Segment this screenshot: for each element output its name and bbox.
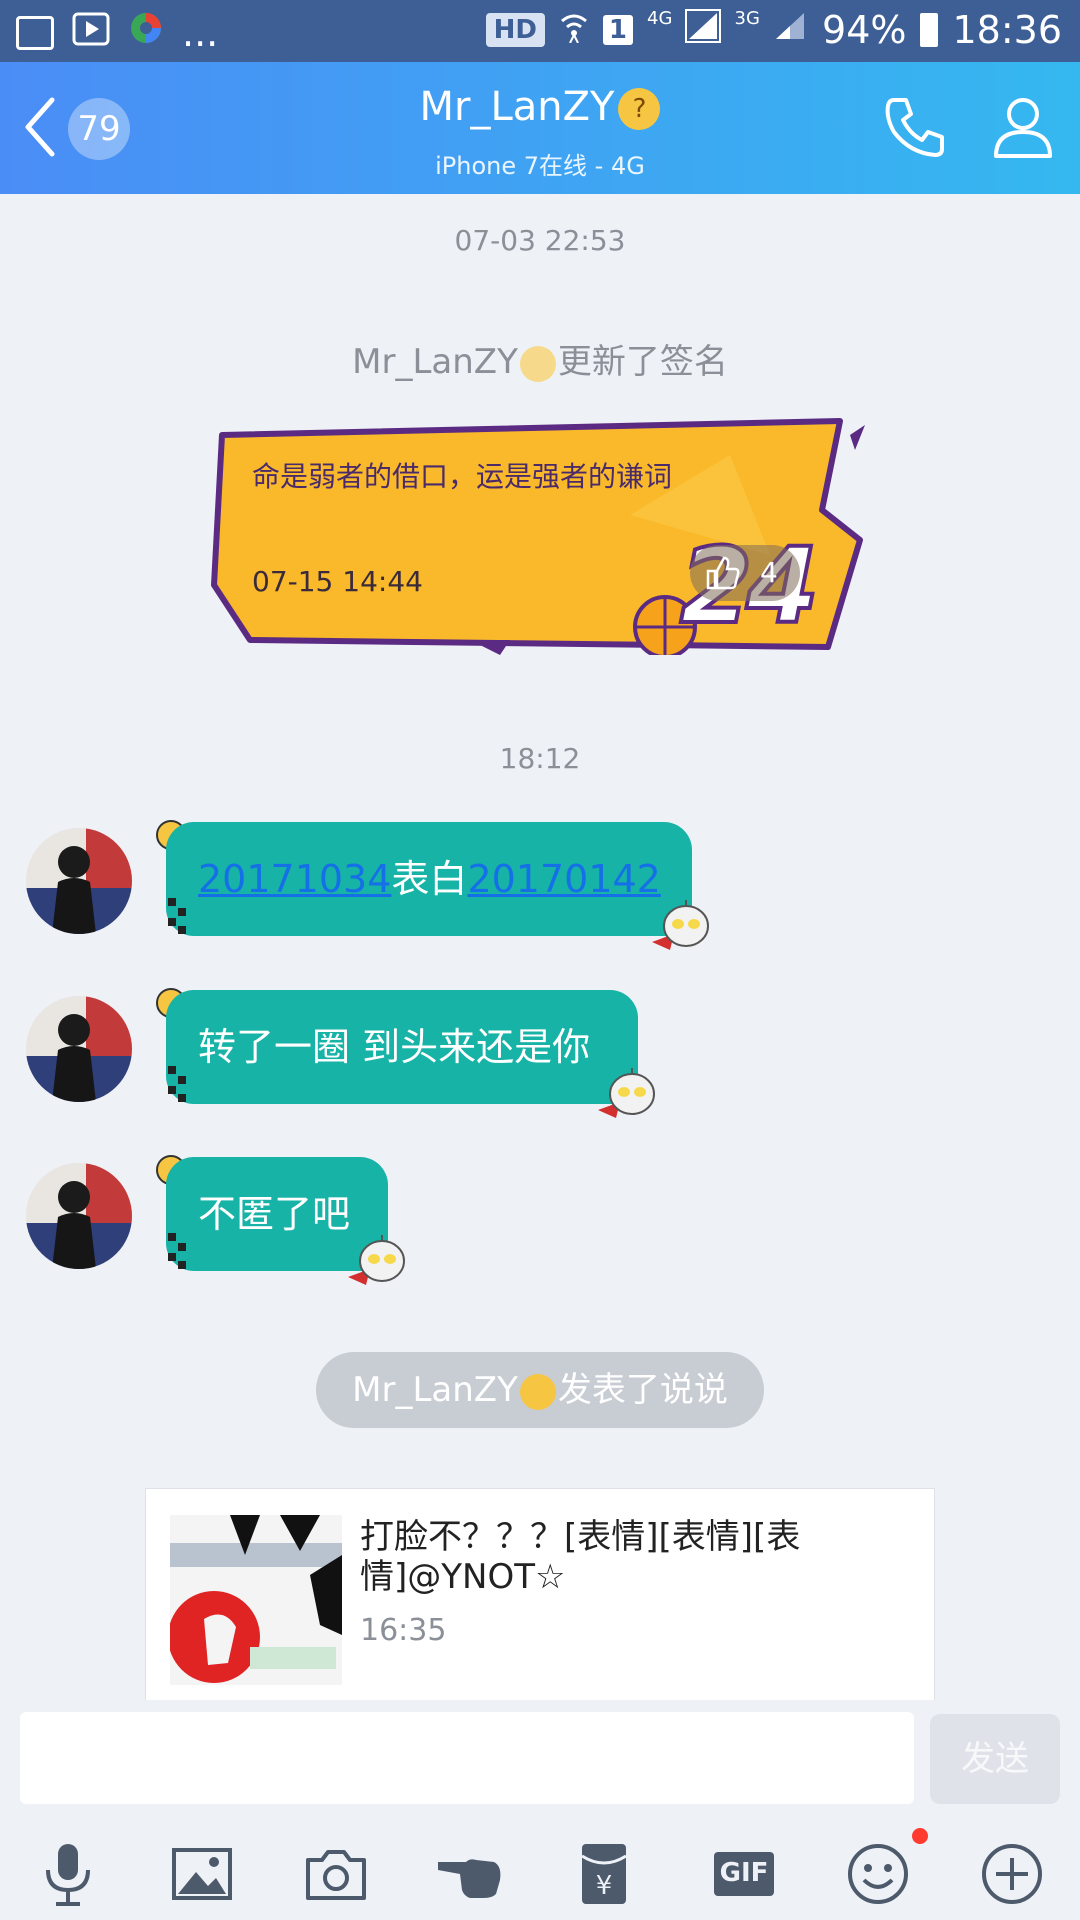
ultraman-sticker-icon <box>598 1068 655 1118</box>
notice-user: Mr_LanZY <box>352 1370 518 1410</box>
thinking-face-icon: ? <box>618 88 661 130</box>
avatar-image <box>26 1163 132 1269</box>
feed-post-notice: Mr_LanZY 发表了说说 <box>316 1352 764 1428</box>
hd-badge: HD <box>485 13 545 47</box>
video-icon <box>72 11 110 55</box>
voice-button[interactable] <box>34 1840 102 1908</box>
feed-post-thumbnail <box>170 1515 342 1685</box>
signature-time: 07-15 14:44 <box>252 565 423 598</box>
smiley-icon <box>848 1844 908 1904</box>
image-icon <box>172 1848 232 1900</box>
signature-text: 命是弱者的借口，运是强者的谦词 <box>252 460 673 493</box>
phone-icon <box>885 98 944 157</box>
call-button[interactable] <box>880 92 950 162</box>
message-input[interactable] <box>20 1712 914 1804</box>
notice-user: Mr_LanZY <box>352 342 518 382</box>
battery-percent: 94% <box>822 8 907 52</box>
gallery-icon <box>16 15 54 50</box>
red-packet-icon: ¥ <box>581 1844 627 1904</box>
signal-4g: 4G <box>647 8 721 52</box>
ultraman-sticker-icon <box>348 1235 405 1285</box>
pointing-hand-icon <box>438 1859 501 1898</box>
timestamp: 07-03 22:53 <box>454 224 626 257</box>
avatar[interactable] <box>26 828 132 934</box>
avatar[interactable] <box>26 996 132 1102</box>
person-icon <box>994 98 1052 158</box>
red-packet-button[interactable]: ¥ <box>570 1840 638 1908</box>
bubble-decoration-icon <box>168 1066 186 1102</box>
avatar[interactable] <box>26 1163 132 1269</box>
signature-card[interactable]: 命是弱者的借口，运是强者的谦词 07-15 14:44 24 4 <box>210 415 870 655</box>
notice-action: 发表了说说 <box>557 1370 728 1410</box>
number-link[interactable]: 20170142 <box>467 857 660 901</box>
svg-text:¥: ¥ <box>596 1871 613 1901</box>
notification-dot <box>912 1828 928 1844</box>
chat-bubble[interactable]: 20171034表白20170142 <box>166 822 692 936</box>
thinking-face-icon <box>519 1373 556 1410</box>
gif-label: GIF <box>719 1858 769 1888</box>
thinking-face-icon <box>519 345 556 382</box>
like-badge[interactable]: 4 <box>690 545 800 601</box>
avatar-image <box>26 828 132 934</box>
ultraman-sticker-icon <box>652 900 709 950</box>
timestamp: 18:12 <box>499 742 581 775</box>
more-notifications: ... <box>182 10 219 55</box>
camera-button[interactable] <box>302 1840 370 1908</box>
feed-post-time: 16:35 <box>360 1613 447 1648</box>
microphone-icon <box>46 1844 90 1906</box>
like-count: 4 <box>760 556 778 589</box>
emoji-button[interactable] <box>844 1840 912 1908</box>
notice-action: 更新了签名 <box>557 342 728 382</box>
poke-button[interactable] <box>436 1840 504 1908</box>
image-button[interactable] <box>168 1840 236 1908</box>
signal-icon <box>684 9 721 43</box>
battery-icon <box>920 13 939 47</box>
send-button[interactable]: 发送 <box>930 1714 1060 1804</box>
network-label-3g: 3G <box>734 8 760 29</box>
more-button[interactable] <box>978 1840 1046 1908</box>
colorful-app-icon <box>128 10 164 55</box>
network-label-4g: 4G <box>647 8 673 29</box>
avatar-image <box>26 996 132 1102</box>
post-image <box>170 1515 342 1685</box>
input-bar: 发送 ¥ GIF <box>0 1700 1080 1920</box>
clock: 18:36 <box>952 8 1062 52</box>
feed-post-text: 打脸不？？？[表情][表情][表情]@YNOT☆ <box>360 1517 801 1597</box>
chat-bubble[interactable]: 转了一圈 到头来还是你 <box>166 990 638 1104</box>
camera-icon <box>306 1850 366 1900</box>
signal-icon <box>776 13 805 39</box>
sim-badge: 1 <box>602 15 634 45</box>
contact-name: Mr_LanZY <box>419 84 615 130</box>
wifi-icon <box>559 8 589 52</box>
status-bar: ... HD 1 4G 3G 94% 18:36 <box>0 0 1080 62</box>
profile-button[interactable] <box>988 92 1058 162</box>
number-link[interactable]: 20171034 <box>198 857 391 901</box>
bubble-decoration-icon <box>168 1233 186 1269</box>
chat-header: 79 Mr_LanZY? iPhone 7在线 - 4G <box>0 62 1080 194</box>
feed-post-card[interactable]: 打脸不？？？[表情][表情][表情]@YNOT☆ 16:35 <box>145 1488 935 1708</box>
signal-3g: 3G <box>735 8 809 52</box>
gif-button[interactable]: GIF <box>710 1840 778 1908</box>
bubble-decoration-icon <box>168 898 186 934</box>
signature-update-notice: Mr_LanZY 更新了签名 <box>0 334 1080 383</box>
bubble-text: 表白 <box>391 857 468 901</box>
thumbs-up-icon <box>706 556 740 590</box>
plus-circle-icon <box>982 1844 1042 1904</box>
